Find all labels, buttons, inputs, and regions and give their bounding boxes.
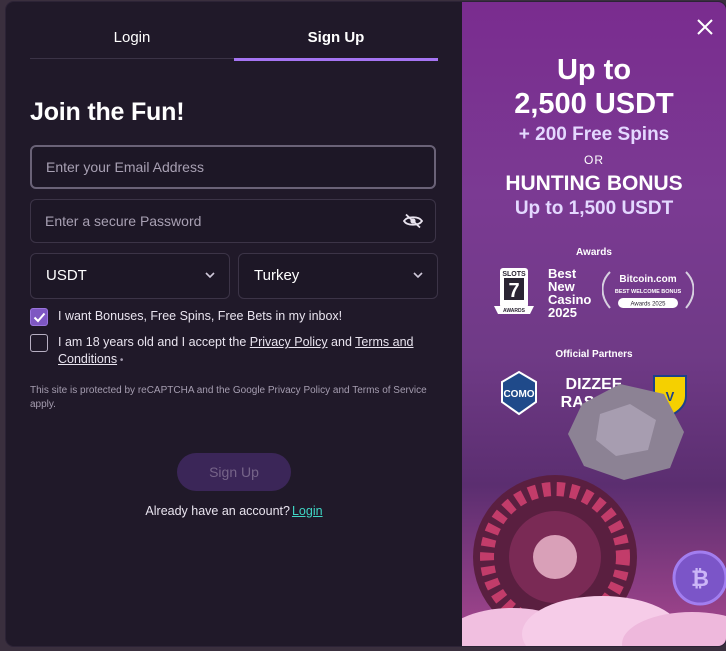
bonuses-opt-in-row: I want Bonuses, Free Spins, Free Bets in… (30, 308, 342, 326)
chevron-down-icon (413, 272, 423, 279)
page-title: Join the Fun! (30, 98, 185, 126)
slots-badge-number: 7 (508, 280, 519, 302)
promo-line-spins: + 200 Free Spins (518, 124, 670, 145)
slots-badge-text: SLOTS (502, 271, 526, 278)
required-mark: • (117, 355, 124, 366)
signup-modal: Login Sign Up Join the Fun! USDT Turkey (6, 2, 726, 646)
country-select[interactable]: Turkey (238, 253, 438, 299)
bitcoin-badge-name: Bitcoin.com (619, 274, 676, 285)
asteroid-illustration (568, 384, 684, 480)
already-account-text: Already have an account? (145, 504, 290, 518)
signup-form-panel: Login Sign Up Join the Fun! USDT Turkey (6, 2, 462, 646)
cloud-illustration (462, 596, 726, 646)
slots-award-badge: SLOTS 7 AWARDS (494, 268, 534, 314)
bitcoin-badge-sub: BEST WELCOME BONUS (615, 289, 682, 295)
como-logo: COMO (501, 370, 537, 416)
password-field-wrapper (30, 199, 436, 243)
currency-select[interactable]: USDT (30, 253, 230, 299)
checkmark-icon (33, 312, 46, 323)
login-prompt: Already have an account? Login (6, 504, 462, 518)
best-new-casino-award: Best New Casino 2025 (548, 267, 591, 319)
partners-label: Official Partners (555, 349, 633, 360)
awards-label: Awards (576, 247, 612, 258)
tab-signup[interactable]: Sign Up (234, 22, 438, 61)
slots-badge-ribbon: AWARDS (503, 308, 526, 314)
bonuses-checkbox[interactable] (30, 308, 48, 326)
password-input[interactable] (31, 200, 435, 242)
promo-line-hunting-amount: Up to 1,500 USDT (514, 198, 674, 219)
auth-tabs: Login Sign Up (30, 22, 438, 61)
recaptcha-notice: This site is protected by reCAPTCHA and … (30, 385, 427, 410)
privacy-policy-link[interactable]: Privacy Policy (250, 335, 328, 349)
currency-select-value: USDT (46, 267, 87, 284)
terms-text-before: I am 18 years old and I accept the (58, 335, 250, 349)
promo-line-amount: 2,500 USDT (514, 88, 674, 120)
bitcoin-badge-year: Awards 2025 (631, 302, 667, 308)
close-icon[interactable] (696, 18, 714, 36)
bitcoin-award-badge: Bitcoin.com BEST WELCOME BONUS Awards 20… (602, 271, 694, 309)
signup-button[interactable]: Sign Up (177, 453, 291, 491)
login-link[interactable]: Login (292, 504, 323, 518)
chevron-down-icon (205, 272, 215, 279)
email-field-wrapper (30, 145, 436, 189)
best-year: 2025 (548, 305, 577, 320)
terms-checkbox-label: I am 18 years old and I accept the Priva… (58, 334, 430, 369)
bonuses-checkbox-label: I want Bonuses, Free Spins, Free Bets in… (58, 309, 343, 323)
terms-text-mid: and (327, 335, 356, 349)
tab-login[interactable]: Login (30, 22, 234, 59)
country-select-value: Turkey (254, 267, 300, 284)
email-input[interactable] (32, 147, 434, 187)
promo-panel: Up to 2,500 USDT + 200 Free Spins OR HUN… (462, 2, 726, 646)
promo-line-up-to: Up to (556, 54, 632, 86)
terms-checkbox[interactable] (30, 334, 48, 352)
como-logo-text: COMO (503, 389, 534, 400)
promo-line-hunting: HUNTING BONUS (505, 172, 683, 195)
promo-line-or: OR (584, 153, 604, 167)
terms-row: I am 18 years old and I accept the Priva… (30, 334, 430, 369)
eye-slash-icon[interactable] (403, 213, 423, 229)
